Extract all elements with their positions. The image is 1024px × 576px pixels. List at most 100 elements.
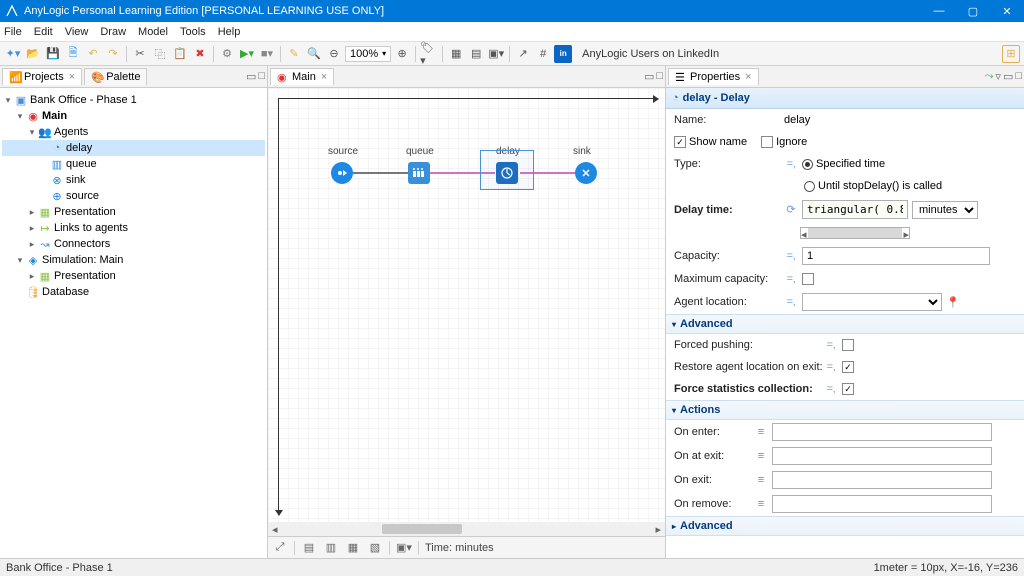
tab-palette[interactable]: 🎨 Palette: [84, 68, 147, 85]
equals-icon[interactable]: =‚: [824, 339, 838, 351]
close-icon[interactable]: ×: [745, 71, 751, 83]
project-tree[interactable]: ▾▣Bank Office - Phase 1 ▾◉Main ▾👥Agents …: [0, 88, 267, 558]
menu-tools[interactable]: Tools: [180, 26, 206, 38]
on-exit-input[interactable]: [772, 471, 992, 489]
equals-icon[interactable]: =‚: [784, 158, 798, 170]
show-name-checkbox[interactable]: ✓: [674, 136, 686, 148]
paste-icon[interactable]: 📋: [171, 45, 189, 63]
copy-icon[interactable]: ⿻: [151, 45, 169, 63]
minimize-pane-icon[interactable]: ▭: [644, 70, 654, 83]
section-advanced[interactable]: ▾Advanced: [666, 314, 1024, 334]
minimize-pane-icon[interactable]: ▭: [246, 70, 256, 83]
delay-time-input[interactable]: [802, 200, 908, 219]
pick-location-icon[interactable]: 📍: [946, 296, 960, 309]
tag-icon[interactable]: 🏷▾: [420, 45, 438, 63]
equals-icon[interactable]: =‚: [824, 361, 838, 373]
force-stats-checkbox[interactable]: ✓: [842, 383, 854, 395]
zoom-field[interactable]: 100%▾: [345, 46, 391, 62]
tree-item-delay[interactable]: ◔delay: [2, 140, 265, 156]
capacity-input[interactable]: [802, 247, 990, 265]
horizontal-scrollbar[interactable]: ◂ ▸: [268, 522, 665, 536]
menu-edit[interactable]: Edit: [34, 26, 53, 38]
snap-icon[interactable]: ▤: [467, 45, 485, 63]
type-stopdelay-radio[interactable]: [804, 181, 815, 192]
maximize-pane-icon[interactable]: □: [1015, 70, 1022, 83]
tab-properties[interactable]: ☰ Properties ×: [668, 68, 759, 85]
zoom-in-icon[interactable]: ⊕: [393, 45, 411, 63]
delay-time-units[interactable]: minutes: [912, 201, 978, 219]
equals-icon[interactable]: =‚: [784, 296, 798, 308]
equals-icon[interactable]: =‚: [784, 250, 798, 262]
align-icon[interactable]: ▣▾: [487, 45, 505, 63]
tree-item-sink[interactable]: ⊗sink: [2, 172, 265, 188]
queue-block[interactable]: [408, 162, 430, 184]
close-icon[interactable]: ×: [69, 71, 75, 83]
max-capacity-checkbox[interactable]: [802, 273, 814, 285]
restore-location-checkbox[interactable]: ✓: [842, 361, 854, 373]
wand-icon[interactable]: ✎: [285, 45, 303, 63]
minimize-pane-icon[interactable]: ▭: [1003, 70, 1013, 83]
maximize-button[interactable]: ▢: [956, 0, 990, 22]
link-icon[interactable]: ↗: [514, 45, 532, 63]
editor-tab-main[interactable]: ◉ Main ×: [270, 68, 334, 85]
equals-icon[interactable]: =‚: [824, 383, 838, 395]
align-bottom-icon[interactable]: ▧: [367, 540, 383, 556]
menu-model[interactable]: Model: [138, 26, 168, 38]
code-icon[interactable]: ≡: [754, 474, 768, 486]
connector[interactable]: [353, 172, 408, 174]
fence-icon[interactable]: #: [534, 45, 552, 63]
save-all-icon[interactable]: 🗎: [64, 45, 82, 63]
align-top-icon[interactable]: ▦: [345, 540, 361, 556]
tab-projects[interactable]: 📶 Projects ×: [2, 68, 82, 85]
open-icon[interactable]: 📂: [24, 45, 42, 63]
on-enter-input[interactable]: [772, 423, 992, 441]
maximize-pane-icon[interactable]: □: [258, 70, 265, 83]
agent-location-select[interactable]: [802, 293, 942, 311]
menu-draw[interactable]: Draw: [100, 26, 126, 38]
link-editor-icon[interactable]: ⤳: [985, 70, 994, 83]
tree-item-queue[interactable]: ▥queue: [2, 156, 265, 172]
help-toggle-icon[interactable]: ⊞: [1002, 45, 1020, 63]
close-icon[interactable]: ×: [321, 71, 327, 83]
stop-icon[interactable]: ■▾: [258, 45, 276, 63]
ignore-checkbox[interactable]: [761, 136, 773, 148]
type-specified-radio[interactable]: [802, 159, 813, 170]
sink-block[interactable]: [575, 162, 597, 184]
menu-file[interactable]: File: [4, 26, 22, 38]
section-advanced2[interactable]: ▸Advanced: [666, 516, 1024, 536]
linkedin-icon[interactable]: in: [554, 45, 572, 63]
forced-pushing-checkbox[interactable]: [842, 339, 854, 351]
menu-view[interactable]: View: [65, 26, 89, 38]
menu-help[interactable]: Help: [218, 26, 241, 38]
view-menu-icon[interactable]: ▿: [995, 70, 1001, 83]
new-icon[interactable]: ✦▾: [4, 45, 22, 63]
close-button[interactable]: ✕: [990, 0, 1024, 22]
minimize-button[interactable]: —: [922, 0, 956, 22]
delay-block[interactable]: [496, 162, 518, 184]
search-icon[interactable]: 🔍: [305, 45, 323, 63]
save-icon[interactable]: 💾: [44, 45, 62, 63]
on-at-exit-input[interactable]: [772, 447, 992, 465]
maximize-pane-icon[interactable]: □: [656, 70, 663, 83]
equals-icon[interactable]: =‚: [784, 273, 798, 285]
redo-icon[interactable]: ↷: [104, 45, 122, 63]
undo-icon[interactable]: ↶: [84, 45, 102, 63]
linkedin-link[interactable]: AnyLogic Users on LinkedIn: [582, 48, 719, 60]
dynamic-icon[interactable]: ⟳: [784, 203, 798, 216]
align-left-icon[interactable]: ▤: [301, 540, 317, 556]
delete-icon[interactable]: ✖: [191, 45, 209, 63]
source-block[interactable]: [331, 162, 353, 184]
zoom-fit-icon[interactable]: ⤢: [272, 540, 288, 556]
model-canvas[interactable]: source queue delay sink: [268, 88, 665, 522]
layer-icon[interactable]: ▣▾: [396, 540, 412, 556]
build-icon[interactable]: ⚙: [218, 45, 236, 63]
grid-icon[interactable]: ▦: [447, 45, 465, 63]
tree-item-source[interactable]: ⊕source: [2, 188, 265, 204]
code-icon[interactable]: ≡: [754, 498, 768, 510]
code-icon[interactable]: ≡: [754, 450, 768, 462]
section-actions[interactable]: ▾Actions: [666, 400, 1024, 420]
code-icon[interactable]: ≡: [754, 426, 768, 438]
on-remove-input[interactable]: [772, 495, 992, 513]
delay-time-scrollbar[interactable]: ◂▸: [800, 227, 910, 239]
zoom-out-icon[interactable]: ⊖: [325, 45, 343, 63]
